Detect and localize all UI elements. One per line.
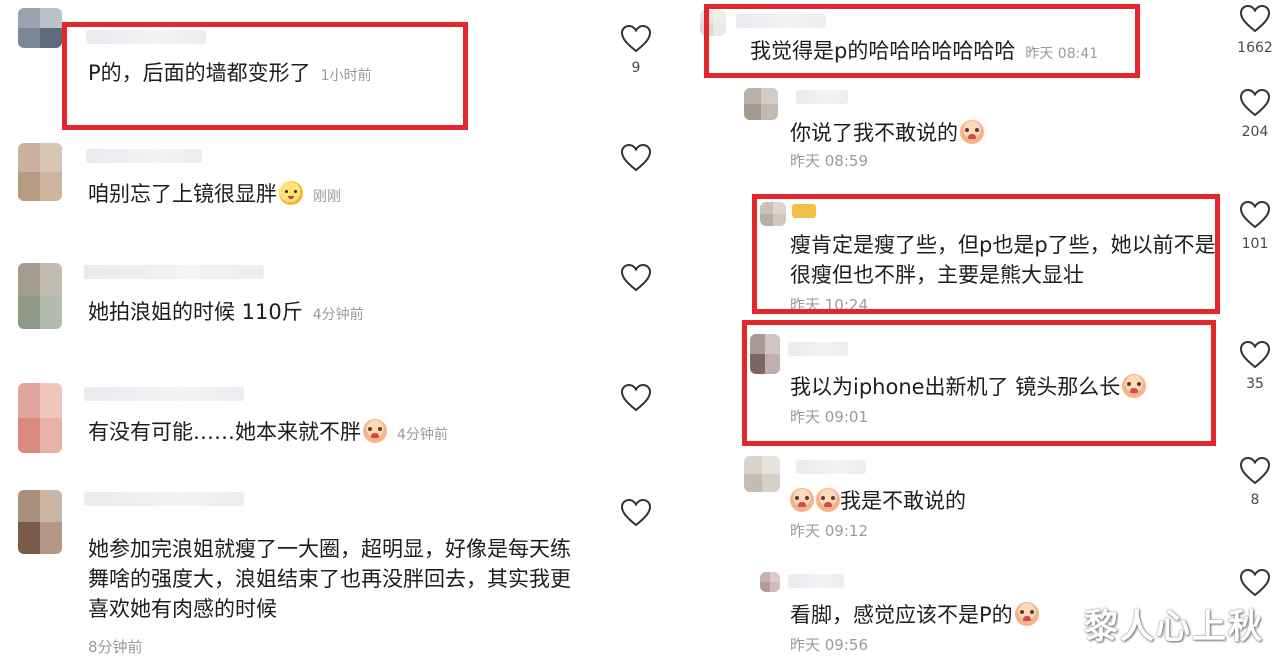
comment-timestamp: 昨天 08:59 bbox=[790, 152, 868, 170]
heart-outline-icon bbox=[1239, 340, 1271, 370]
heart-outline-icon bbox=[1239, 456, 1271, 486]
heart-outline-icon bbox=[620, 383, 652, 413]
heart-outline-icon bbox=[620, 24, 652, 54]
like-button[interactable]: 204 bbox=[1235, 88, 1275, 140]
like-count: 1662 bbox=[1237, 40, 1273, 56]
comment-item: 咱别忘了上镜很显胖 刚刚 bbox=[0, 135, 680, 245]
comment-text: 咱别忘了上镜很显胖 刚刚 bbox=[88, 179, 341, 212]
comment-item: 你说了我不敢说的 昨天 08:59 204 bbox=[700, 84, 1282, 184]
heart-outline-icon bbox=[1239, 200, 1271, 230]
like-count: 35 bbox=[1246, 376, 1264, 392]
username-blurred[interactable] bbox=[84, 387, 244, 401]
like-button[interactable]: 9 bbox=[616, 24, 656, 76]
comment-body: 你说了我不敢说的 bbox=[790, 121, 958, 145]
comment-body: 她参加完浪姐就瘦了一大圈，超明显，好像是每天练舞啥的强度大，浪姐结束了也再没胖回… bbox=[88, 537, 571, 621]
comment-timestamp: 8分钟前 bbox=[88, 638, 143, 656]
avatar[interactable] bbox=[744, 456, 780, 492]
avatar[interactable] bbox=[744, 88, 778, 120]
heart-outline-icon bbox=[620, 263, 652, 293]
avatar[interactable] bbox=[760, 572, 780, 592]
comment-item: 有没有可能……她本来就不胖 4分钟前 bbox=[0, 375, 680, 485]
comment-timestamp: 昨天 09:12 bbox=[790, 522, 868, 540]
comment-item: 她拍浪姐的时候 110斤 4分钟前 bbox=[0, 255, 680, 365]
comment-body: 有没有可能……她本来就不胖 bbox=[88, 420, 361, 444]
comment-body: 看脚，感觉应该不是P的 bbox=[790, 603, 1013, 627]
like-button[interactable] bbox=[616, 383, 656, 419]
like-count: 101 bbox=[1241, 236, 1269, 252]
heart-outline-icon bbox=[1239, 4, 1271, 34]
comment-body: 她拍浪姐的时候 110斤 bbox=[88, 300, 303, 324]
like-button[interactable] bbox=[616, 263, 656, 299]
heart-outline-icon bbox=[620, 498, 652, 528]
mango-face-emoji bbox=[279, 181, 303, 205]
left-comment-column: P的，后面的墙都变形了 1小时前 9 咱别忘了上镜很显胖 刚刚 她拍浪姐的时候 11… bbox=[0, 0, 680, 666]
heart-outline-icon bbox=[1239, 88, 1271, 118]
highlight-box bbox=[742, 320, 1216, 446]
username-blurred[interactable] bbox=[796, 460, 866, 474]
crying-face-emoji bbox=[816, 488, 840, 512]
comment-item: 我以为iphone出新机了 镜头那么长 昨天 09:01 35 bbox=[700, 320, 1282, 448]
avatar[interactable] bbox=[18, 490, 62, 554]
comment-text: 我是不敢说的 bbox=[790, 486, 966, 516]
like-count: 9 bbox=[631, 60, 641, 76]
comment-timestamp: 昨天 09:56 bbox=[790, 636, 868, 654]
like-button[interactable]: 8 bbox=[1235, 456, 1275, 508]
username-blurred[interactable] bbox=[86, 149, 202, 163]
like-button[interactable] bbox=[616, 143, 656, 179]
highlight-box bbox=[62, 22, 468, 130]
username-blurred[interactable] bbox=[788, 574, 844, 588]
like-count: 8 bbox=[1250, 492, 1260, 508]
heart-outline-icon bbox=[620, 143, 652, 173]
comment-text: 她参加完浪姐就瘦了一大圈，超明显，好像是每天练舞啥的强度大，浪姐结束了也再没胖回… bbox=[88, 534, 588, 624]
comment-timestamp: 4分钟前 bbox=[312, 307, 364, 323]
heart-outline-icon bbox=[1239, 568, 1271, 598]
comment-text: 看脚，感觉应该不是P的 bbox=[790, 600, 1039, 630]
like-button[interactable]: 35 bbox=[1235, 340, 1275, 392]
avatar[interactable] bbox=[18, 8, 62, 48]
like-button[interactable]: 101 bbox=[1235, 200, 1275, 252]
comment-item: P的，后面的墙都变形了 1小时前 9 bbox=[0, 0, 680, 130]
crying-face-emoji bbox=[960, 120, 984, 144]
highlight-box bbox=[704, 4, 1140, 78]
like-button[interactable]: 1662 bbox=[1235, 4, 1275, 56]
highlight-box bbox=[752, 194, 1220, 314]
comment-text: 她拍浪姐的时候 110斤 4分钟前 bbox=[88, 297, 364, 330]
avatar[interactable] bbox=[18, 383, 62, 453]
crying-face-emoji bbox=[1014, 602, 1039, 626]
username-blurred[interactable] bbox=[796, 90, 848, 104]
comment-text: 你说了我不敢说的 bbox=[790, 118, 984, 148]
watermark: 黎人心上秋 bbox=[1084, 607, 1264, 647]
username-blurred[interactable] bbox=[84, 265, 264, 279]
comment-item: 瘦肯定是瘦了些，但p也是p了些，她以前不是很瘦但也不胖，主要是熊大显壮 昨天 1… bbox=[700, 194, 1282, 314]
comment-body: 我是不敢说的 bbox=[840, 489, 966, 513]
username-blurred[interactable] bbox=[84, 492, 244, 506]
like-button[interactable] bbox=[616, 498, 656, 534]
comment-text: 有没有可能……她本来就不胖 4分钟前 bbox=[88, 417, 448, 450]
comment-item: 我是不敢说的 昨天 09:12 8 bbox=[700, 452, 1282, 552]
avatar[interactable] bbox=[18, 263, 62, 329]
crying-face-emoji bbox=[790, 488, 814, 512]
comment-body: 咱别忘了上镜很显胖 bbox=[88, 182, 277, 206]
crying-face-emoji bbox=[363, 419, 387, 443]
comment-item: 她参加完浪姐就瘦了一大圈，超明显，好像是每天练舞啥的强度大，浪姐结束了也再没胖回… bbox=[0, 490, 680, 666]
comment-timestamp: 4分钟前 bbox=[397, 427, 448, 443]
right-comment-column: 我觉得是p的哈哈哈哈哈哈哈 昨天 08:41 1662 你说了我不敢说的 昨天 0… bbox=[700, 0, 1282, 666]
avatar[interactable] bbox=[18, 143, 62, 201]
like-count: 204 bbox=[1241, 124, 1269, 140]
comment-timestamp: 刚刚 bbox=[313, 189, 341, 205]
comment-item: 我觉得是p的哈哈哈哈哈哈哈 昨天 08:41 1662 bbox=[700, 0, 1282, 82]
